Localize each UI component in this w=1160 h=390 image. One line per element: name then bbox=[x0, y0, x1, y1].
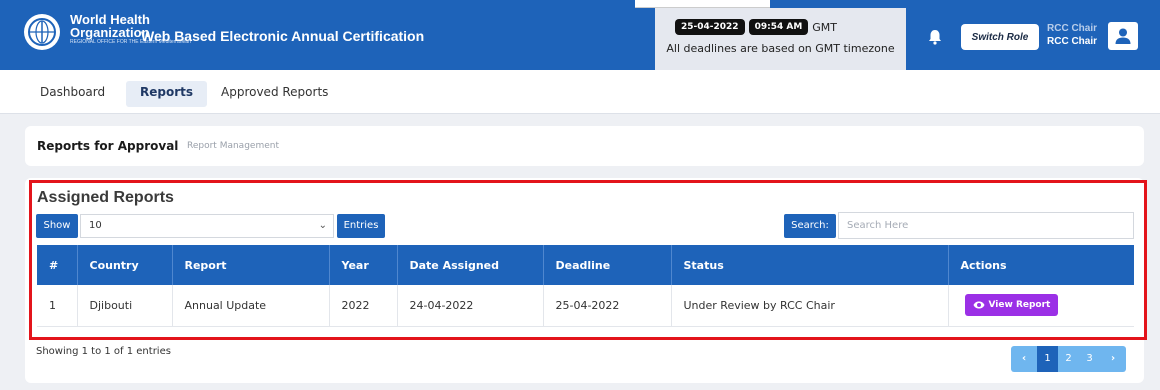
bell-icon[interactable] bbox=[928, 29, 942, 45]
reports-table: # Country Report Year Date Assigned Dead… bbox=[37, 245, 1134, 327]
col-year[interactable]: Year bbox=[329, 245, 398, 285]
eye-icon bbox=[973, 301, 984, 309]
main-nav: Dashboard Reports Approved Reports bbox=[0, 70, 1160, 114]
chevron-down-icon: ⌄ bbox=[318, 220, 327, 231]
user-icon[interactable] bbox=[1108, 22, 1138, 50]
cell-deadline: 25-04-2022 bbox=[543, 285, 672, 327]
cell-num: 1 bbox=[37, 285, 78, 327]
nav-approved-reports[interactable]: Approved Reports bbox=[207, 81, 342, 107]
search-input[interactable] bbox=[838, 212, 1134, 239]
col-status[interactable]: Status bbox=[671, 245, 949, 285]
role-line1: RCC Chair bbox=[1047, 23, 1098, 34]
table-header-row: # Country Report Year Date Assigned Dead… bbox=[37, 245, 1134, 285]
col-num[interactable]: # bbox=[37, 245, 78, 285]
cell-date-assigned: 24-04-2022 bbox=[397, 285, 544, 327]
entries-value: 10 bbox=[89, 220, 102, 231]
role-line2: RCC Chair bbox=[1047, 36, 1098, 47]
entries-label: Entries bbox=[337, 214, 385, 238]
cell-actions: View Report bbox=[948, 285, 1134, 327]
table-row: 1 Djibouti Annual Update 2022 24-04-2022… bbox=[37, 285, 1134, 327]
section-title: Assigned Reports bbox=[37, 189, 174, 206]
time-pill: 09:54 AM bbox=[748, 19, 809, 35]
switch-role-button[interactable]: Switch Role bbox=[961, 24, 1039, 50]
clock-tab bbox=[635, 0, 770, 8]
col-country[interactable]: Country bbox=[77, 245, 173, 285]
page-3-button[interactable]: 3 bbox=[1079, 346, 1100, 372]
col-deadline[interactable]: Deadline bbox=[543, 245, 672, 285]
breadcrumb: Reports for Approval Report Management bbox=[25, 126, 1144, 166]
col-actions[interactable]: Actions bbox=[948, 245, 1134, 285]
who-emblem-icon bbox=[24, 14, 60, 50]
app-title: Web Based Electronic Annual Certificatio… bbox=[141, 28, 425, 44]
timezone-note: All deadlines are based on GMT timezone bbox=[666, 42, 895, 55]
cell-status: Under Review by RCC Chair bbox=[671, 285, 949, 327]
col-date-assigned[interactable]: Date Assigned bbox=[397, 245, 544, 285]
search-label: Search: bbox=[784, 214, 836, 238]
role-info: RCC Chair RCC Chair bbox=[1047, 22, 1097, 48]
entries-select[interactable]: 10 ⌄ bbox=[80, 214, 334, 238]
showing-count: Showing 1 to 1 of 1 entries bbox=[36, 346, 171, 357]
cell-country: Djibouti bbox=[77, 285, 173, 327]
page-2-button[interactable]: 2 bbox=[1058, 346, 1079, 372]
cell-year: 2022 bbox=[329, 285, 398, 327]
page-subtitle: Report Management bbox=[187, 141, 279, 151]
nav-reports[interactable]: Reports bbox=[126, 81, 208, 107]
nav-dashboard[interactable]: Dashboard bbox=[26, 81, 119, 107]
prev-page-button[interactable]: ‹ bbox=[1011, 346, 1037, 372]
pagination: ‹ 1 2 3 › bbox=[1011, 346, 1126, 372]
page-title: Reports for Approval bbox=[37, 139, 179, 153]
view-report-label: View Report bbox=[988, 300, 1051, 311]
show-label: Show bbox=[36, 214, 78, 238]
view-report-button[interactable]: View Report bbox=[964, 294, 1059, 317]
timezone-label: GMT bbox=[812, 20, 838, 34]
cell-report: Annual Update bbox=[172, 285, 330, 327]
next-page-button[interactable]: › bbox=[1100, 346, 1126, 372]
page-1-button[interactable]: 1 bbox=[1037, 346, 1058, 372]
col-report[interactable]: Report bbox=[172, 245, 330, 285]
date-pill: 25-04-2022 bbox=[675, 19, 745, 35]
clock-panel: 25-04-2022 09:54 AM GMT All deadlines ar… bbox=[655, 8, 906, 70]
